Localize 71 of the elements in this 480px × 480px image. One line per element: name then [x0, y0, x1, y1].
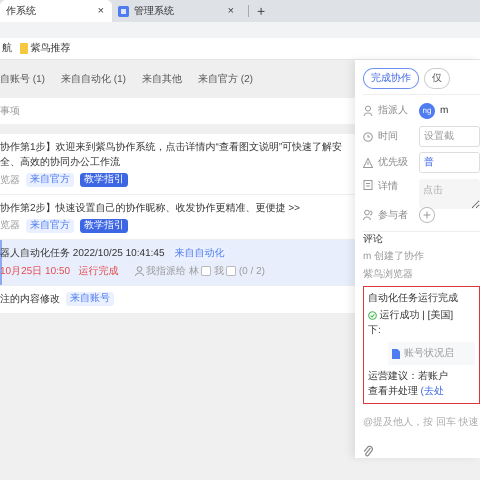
- status-text: 运行完成: [78, 264, 119, 278]
- priority-select[interactable]: 普: [419, 152, 480, 173]
- time-field[interactable]: 设置截: [419, 126, 480, 147]
- user-name: m: [363, 250, 372, 264]
- task-row[interactable]: 协作第2步】快速设置自己的协作昵称、收发协作更精准、更便捷 >> 览器 来自官方 教学指引: [0, 194, 355, 240]
- assignee-text: 我指派给 林: [146, 264, 199, 278]
- document-icon: [392, 348, 400, 358]
- source-tag: 来自账号: [66, 292, 114, 306]
- field-label: 参与者: [378, 208, 409, 222]
- source-tag: 教学指引: [80, 173, 128, 187]
- status-text: 运行成功 | [美国]: [380, 308, 454, 323]
- tab-title: 作系统: [6, 4, 37, 18]
- source-text: 览器: [0, 174, 20, 188]
- field-label: 指派人: [378, 104, 409, 118]
- task-title: 注的内容修改: [0, 292, 60, 306]
- person-icon: [134, 266, 144, 276]
- source-tag: 来自官方: [26, 218, 74, 232]
- field-label: 时间: [378, 130, 399, 144]
- assignee-name: m: [440, 104, 448, 118]
- warning-icon: [363, 156, 373, 168]
- advice-text: 查看并处理: [368, 384, 418, 399]
- check-circle-icon: [368, 311, 377, 320]
- source-tag: 来自自动化: [170, 246, 229, 260]
- advice-text: 运营建议：若账户: [368, 370, 449, 384]
- action-button[interactable]: 仅: [424, 68, 450, 89]
- message-title: 自动化任务运行完成: [368, 292, 459, 306]
- filter-tab[interactable]: 来自自动化 (1): [61, 72, 126, 86]
- comments-title: 评论: [363, 234, 384, 246]
- comment-field[interactable]: @提及他人，按 回车 快速: [363, 409, 480, 436]
- bookmark[interactable]: 航: [2, 41, 12, 56]
- paperclip-icon: [363, 444, 373, 458]
- message-text: 下:: [368, 324, 382, 338]
- source-text: 览器: [0, 219, 20, 233]
- source-text: 紫鸟浏览器: [363, 268, 414, 282]
- source-tag: 来自官方: [26, 173, 74, 187]
- app-icon: [118, 6, 129, 16]
- folder-icon: [20, 43, 28, 54]
- browser-tab[interactable]: 管理系统 ×: [112, 0, 242, 22]
- checkbox[interactable]: [226, 266, 236, 276]
- document-icon: [363, 178, 373, 190]
- filter-tab[interactable]: 来自其他: [142, 72, 182, 86]
- avatar: ng: [419, 102, 435, 118]
- plus-icon: [423, 211, 431, 219]
- task-title: 协作第2步】快速设置自己的协作昵称、收发协作更精准、更便捷 >>: [0, 202, 300, 216]
- checkbox[interactable]: [201, 266, 212, 276]
- source-tag: 教学指引: [80, 218, 128, 232]
- field-label: 详情: [378, 180, 399, 194]
- link[interactable]: (去处: [420, 384, 444, 399]
- task-title: 协作第1步】欢迎来到紫鸟协作系统，点击详情内“查看图文说明”可快速了解安全、高效的协同办公工作流: [0, 140, 344, 170]
- filter-tab[interactable]: 来自官方 (2): [198, 72, 253, 86]
- close-button[interactable]: ×: [226, 6, 236, 16]
- due-date: 10月25日 10:50: [0, 264, 70, 278]
- progress-text: (0 / 2): [238, 264, 265, 278]
- assignee-text: 我: [214, 264, 224, 278]
- clock-icon: [363, 130, 373, 142]
- tab-title: 管理系统: [134, 4, 175, 18]
- task-row[interactable]: 器人自动化任务 2022/10/25 10:41:45 来自自动化 10月25日 10:50 运行完成 我指派给 林 我 (0 / 2): [0, 240, 355, 286]
- details-field[interactable]: 点击: [419, 178, 480, 208]
- new-tab-button[interactable]: +: [255, 4, 268, 18]
- filter-tab[interactable]: 自账号 (1): [0, 72, 45, 86]
- people-icon: [363, 209, 373, 221]
- section-label: 事项: [0, 104, 20, 118]
- field-label: 优先级: [378, 156, 409, 170]
- browser-tab[interactable]: 作系统 ×: [0, 0, 112, 22]
- task-row[interactable]: 注的内容修改 来自账号: [0, 286, 355, 314]
- close-button[interactable]: ×: [96, 6, 106, 16]
- bookmark-folder[interactable]: 紫鸟推荐: [20, 41, 70, 56]
- action-button[interactable]: 完成协作: [363, 68, 419, 89]
- task-title: 器人自动化任务 2022/10/25 10:41:45: [0, 247, 165, 261]
- activity-text: 创建了协作: [374, 250, 424, 264]
- person-icon: [363, 104, 373, 116]
